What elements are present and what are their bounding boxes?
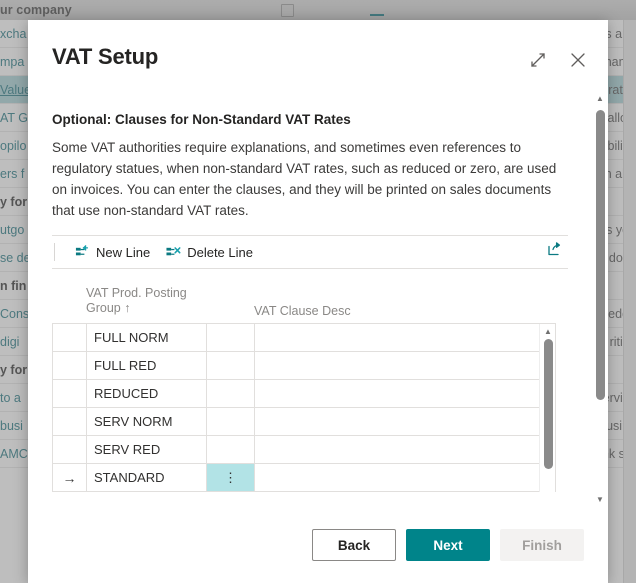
table-header-menu [206, 283, 254, 323]
action-bar-divider [54, 243, 55, 261]
row-indicator-icon [53, 352, 87, 379]
dialog-footer: Back Next Finish [28, 507, 608, 583]
delete-line-button[interactable]: Delete Line [158, 242, 261, 263]
cell-vat-prod-posting-group[interactable]: FULL NORM [87, 324, 207, 351]
back-button[interactable]: Back [312, 529, 396, 561]
cell-vat-prod-posting-group[interactable]: STANDARD [87, 464, 207, 491]
table-scroll-up-icon[interactable]: ▲ [540, 325, 556, 337]
cell-vat-clause-desc[interactable] [255, 324, 555, 351]
row-indicator-icon [53, 380, 87, 407]
table-header-group-label: VAT Prod. Posting Group [86, 286, 187, 315]
table-row[interactable]: FULL RED [53, 352, 555, 380]
table-scrollbar-thumb[interactable] [544, 339, 553, 469]
cell-vat-prod-posting-group[interactable]: SERV NORM [87, 408, 207, 435]
table-header-group[interactable]: VAT Prod. Posting Group ↑ [86, 283, 206, 323]
vat-clause-table: VAT Prod. Posting Group ↑ VAT Clause Des… [52, 283, 568, 492]
screen: ur company xcha es and mpa name Value e rates… [0, 0, 636, 583]
row-more-options-icon[interactable] [207, 324, 255, 351]
table-action-bar: New Line Delete Line [52, 235, 568, 269]
table-row[interactable]: REDUCED [53, 380, 555, 408]
row-more-options-icon[interactable] [207, 352, 255, 379]
table-row[interactable]: → STANDARD ⋮ [53, 464, 555, 492]
cell-vat-clause-desc[interactable] [255, 436, 555, 463]
next-button[interactable]: Next [406, 529, 490, 561]
section-heading: Optional: Clauses for Non-Standard VAT R… [52, 112, 351, 127]
row-indicator-icon: → [53, 464, 87, 491]
cell-vat-clause-desc[interactable] [255, 408, 555, 435]
row-indicator-icon [53, 436, 87, 463]
section-description: Some VAT authorities require explanation… [52, 140, 557, 218]
table-scrollbar[interactable]: ▲ [539, 324, 555, 492]
table-header-indicator [52, 283, 86, 323]
row-more-options-icon[interactable] [207, 436, 255, 463]
row-indicator-icon [53, 324, 87, 351]
dialog-scrollbar-thumb[interactable] [596, 110, 605, 400]
scroll-up-icon[interactable]: ▲ [592, 90, 608, 106]
page-title: VAT Setup [52, 44, 159, 69]
vat-setup-dialog: VAT Setup ▲ ▼ Optional: Clauses for Non-… [28, 20, 608, 583]
dialog-header: VAT Setup [28, 20, 608, 90]
delete-line-icon [166, 246, 181, 255]
table-row[interactable]: SERV RED [53, 436, 555, 464]
new-line-icon [75, 244, 88, 255]
delete-line-label: Delete Line [187, 244, 253, 260]
open-in-excel-icon[interactable] [546, 241, 564, 264]
table-header-description-label: VAT Clause Desc [254, 304, 351, 318]
cell-vat-prod-posting-group[interactable]: SERV RED [87, 436, 207, 463]
dialog-body: Optional: Clauses for Non-Standard VAT R… [28, 90, 592, 507]
cell-vat-prod-posting-group[interactable]: REDUCED [87, 380, 207, 407]
expand-icon[interactable] [526, 48, 550, 72]
row-indicator-icon [53, 408, 87, 435]
row-more-options-icon[interactable] [207, 408, 255, 435]
cell-vat-clause-desc[interactable] [255, 352, 555, 379]
table-body: FULL NORM FULL RED REDUCED SERV NORM SERV RE… [52, 323, 556, 492]
table-row[interactable]: SERV NORM [53, 408, 555, 436]
cell-vat-prod-posting-group[interactable]: FULL RED [87, 352, 207, 379]
dialog-scrollbar[interactable]: ▲ ▼ [592, 90, 608, 507]
dialog-header-actions [526, 48, 590, 72]
row-more-options-icon[interactable]: ⋮ [207, 464, 255, 491]
cell-vat-clause-desc[interactable] [255, 464, 555, 491]
cell-vat-clause-desc[interactable] [255, 380, 555, 407]
new-line-label: New Line [96, 244, 151, 260]
sort-ascending-icon: ↑ [124, 301, 131, 315]
row-more-options-icon[interactable] [207, 380, 255, 407]
close-icon[interactable] [566, 48, 590, 72]
new-line-button[interactable]: New Line [67, 242, 158, 263]
scroll-down-icon[interactable]: ▼ [592, 491, 608, 507]
table-header-row: VAT Prod. Posting Group ↑ VAT Clause Des… [52, 283, 568, 323]
finish-button: Finish [500, 529, 584, 561]
table-header-description[interactable]: VAT Clause Desc [254, 283, 568, 323]
table-row[interactable]: FULL NORM [53, 324, 555, 352]
